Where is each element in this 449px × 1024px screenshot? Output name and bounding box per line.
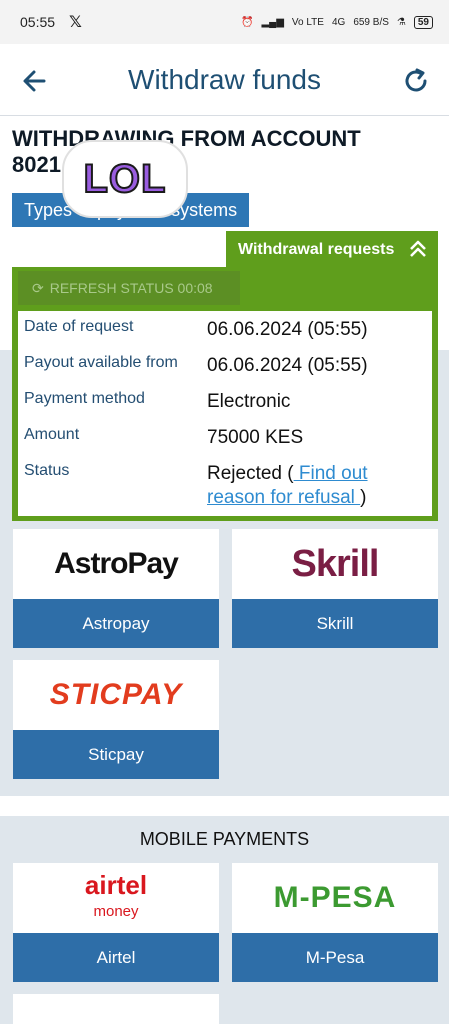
- mobile-payments-title: MOBILE PAYMENTS: [139, 829, 310, 849]
- skrill-logo: Skrill: [232, 529, 438, 599]
- detail-label: Status: [24, 462, 70, 479]
- alarm-icon: ⏰: [240, 16, 254, 28]
- status-icons: ⏰ ▂▄▆ Vo LTE 4G 659 B/S ⚗ 59: [240, 15, 433, 29]
- volte-indicator: Vo LTE: [291, 16, 324, 28]
- withdrawal-requests-toggle[interactable]: Withdrawal requests: [226, 231, 438, 269]
- detail-label: Date of request: [24, 318, 134, 335]
- net-speed: 659 B/S: [353, 16, 389, 28]
- airtel-button[interactable]: Airtel: [13, 933, 219, 982]
- sticpay-button[interactable]: Sticpay: [13, 730, 219, 779]
- detail-label: Amount: [24, 426, 80, 443]
- page-title: Withdraw funds: [128, 63, 321, 95]
- signal-icon: ▂▄▆: [261, 16, 284, 28]
- flask-icon: ⚗: [396, 16, 406, 28]
- skrill-logo-text: Skrill: [291, 542, 380, 585]
- sticpay-logo-text: STICPAY: [49, 678, 183, 711]
- refresh-status-button[interactable]: ⟳ REFRESH STATUS 00:08: [18, 271, 240, 305]
- status-bar: 05:55 𝕏 ⏰ ▂▄▆ Vo LTE 4G 659 B/S ⚗ 59: [0, 0, 449, 44]
- payment-card-mpesa[interactable]: M-PESA M-Pesa: [232, 863, 438, 982]
- astropay-button[interactable]: Astropay: [13, 599, 219, 648]
- lol-sticker: LOL: [62, 140, 188, 218]
- mpesa-logo-text: M-PESA: [273, 881, 397, 914]
- lol-sticker-text: LOL: [83, 156, 167, 202]
- skrill-button[interactable]: Skrill: [232, 599, 438, 648]
- payment-card-astropay[interactable]: AstroPay Astropay: [13, 529, 219, 648]
- payment-card-airtel[interactable]: airtel money Airtel: [13, 863, 219, 982]
- astropay-logo: AstroPay: [13, 529, 219, 599]
- payment-card-sticpay[interactable]: STICPAY Sticpay: [13, 660, 219, 779]
- detail-label: Payment method: [24, 390, 145, 407]
- mpesa-button[interactable]: M-Pesa: [232, 933, 438, 982]
- airtel-logo-sub: money: [93, 902, 139, 920]
- mpesa-logo: M-PESA: [232, 863, 438, 933]
- network-indicator: 4G: [331, 16, 346, 28]
- sticpay-logo: STICPAY: [13, 660, 219, 730]
- withdrawal-requests-label: Withdrawal requests: [238, 241, 395, 258]
- status-text: Rejected (: [207, 463, 294, 484]
- detail-value: Electronic: [207, 391, 291, 412]
- battery-icon: 59: [413, 15, 433, 29]
- payment-card-partial[interactable]: [13, 994, 219, 1024]
- back-arrow-icon[interactable]: [20, 66, 50, 96]
- battery-level: 59: [417, 16, 429, 28]
- airtel-logo: airtel money: [13, 863, 219, 933]
- refresh-status-label: REFRESH STATUS 00:08: [49, 280, 213, 296]
- detail-label: Payout available from: [24, 354, 178, 371]
- clock: 05:55: [20, 14, 56, 30]
- chevron-double-up-icon: [410, 240, 426, 257]
- payment-card-skrill[interactable]: Skrill Skrill: [232, 529, 438, 648]
- refresh-icon[interactable]: [401, 66, 431, 96]
- x-app-icon: 𝕏: [69, 14, 82, 31]
- astropay-logo-text: AstroPay: [54, 547, 179, 580]
- partial-card-logo: [13, 994, 219, 1024]
- airtel-logo-main: airtel: [84, 869, 148, 900]
- status-close-paren: ): [360, 487, 367, 508]
- status-value: Rejected ( Find out reason for refusal ): [207, 462, 397, 510]
- detail-value: 06.06.2024 (05:55): [207, 319, 368, 340]
- detail-value: 75000 KES: [207, 427, 304, 448]
- app-bar: Withdraw funds: [0, 44, 449, 116]
- detail-value: 06.06.2024 (05:55): [207, 355, 368, 376]
- sync-icon: ⟳: [32, 279, 44, 296]
